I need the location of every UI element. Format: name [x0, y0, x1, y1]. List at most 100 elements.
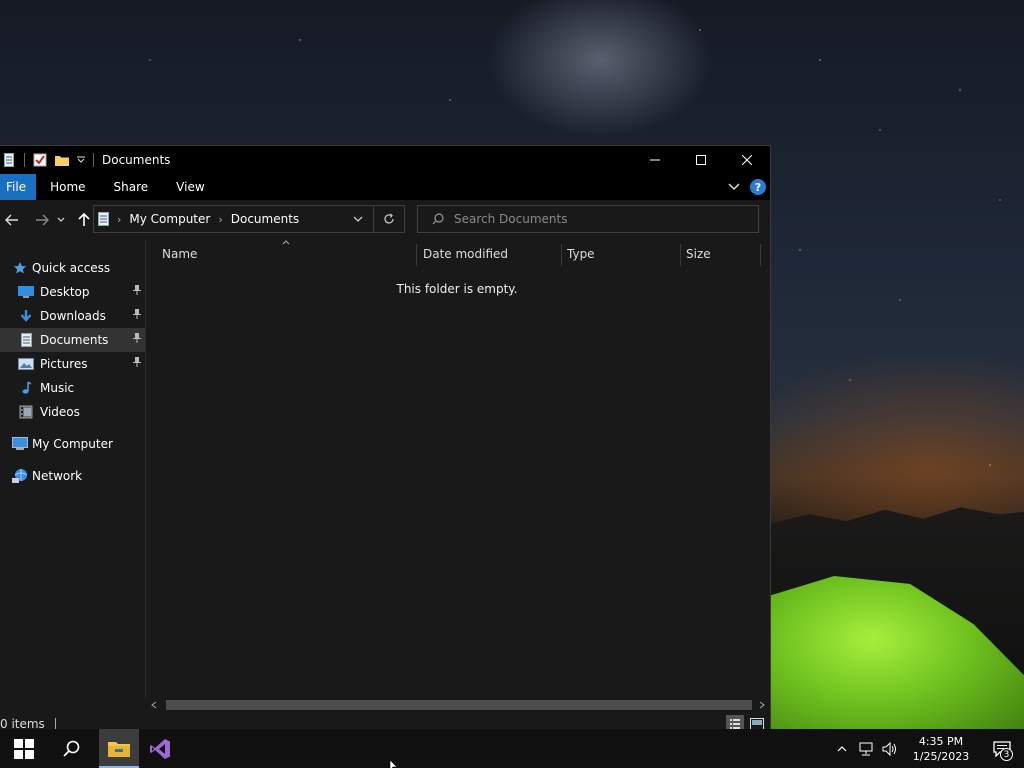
visual-studio-icon: [150, 738, 170, 759]
address-history-chevron-icon[interactable]: [343, 206, 373, 232]
sidebar-item-label: Desktop: [40, 285, 90, 299]
file-list-pane[interactable]: Name Date modified Type Size This folder…: [146, 240, 770, 700]
breadcrumb-documents[interactable]: Documents: [231, 212, 299, 226]
mouse-cursor-icon: [390, 760, 398, 768]
sidebar-item-my-computer[interactable]: My Computer: [0, 432, 145, 456]
navigation-bar: › My Computer › Documents: [0, 200, 770, 240]
document-app-icon: [0, 151, 18, 169]
clock[interactable]: 4:35 PM 1/25/2023: [908, 734, 974, 764]
toolbar-separator: [24, 153, 25, 167]
sidebar-item-label: Quick access: [32, 261, 111, 275]
start-icon: [14, 738, 34, 759]
sidebar-item-videos[interactable]: Videos: [0, 400, 145, 424]
computer-icon: [12, 436, 28, 452]
maximize-button[interactable]: [678, 146, 724, 174]
breadcrumb-chevron-icon[interactable]: ›: [117, 213, 121, 226]
ribbon-right-controls: ?: [728, 174, 766, 200]
file-explorer-window: Documents File Home Share View ? › My Co…: [0, 145, 771, 735]
start-button[interactable]: [4, 729, 44, 768]
window-title: Documents: [102, 153, 171, 167]
quick-access-toolbar: [0, 146, 100, 174]
sidebar-item-pictures[interactable]: Pictures: [0, 352, 145, 376]
window-controls: [632, 146, 770, 174]
network-status-icon[interactable]: [854, 729, 878, 768]
sidebar-item-quick-access[interactable]: Quick access: [0, 256, 145, 280]
help-button[interactable]: ?: [750, 179, 766, 195]
sidebar-item-network[interactable]: Network: [0, 464, 145, 488]
videos-icon: [18, 404, 34, 420]
forward-button[interactable]: [30, 206, 54, 234]
scroll-left-icon[interactable]: [146, 697, 162, 713]
navigation-pane: Quick access Desktop Downloads Documents…: [0, 256, 145, 696]
documents-icon: [18, 332, 34, 348]
column-headers: Name Date modified Type Size: [146, 240, 770, 268]
title-bar[interactable]: Documents: [0, 146, 770, 174]
search-icon: [432, 213, 444, 225]
tab-share[interactable]: Share: [100, 174, 163, 200]
tab-file[interactable]: File: [0, 174, 37, 200]
column-date-modified[interactable]: Date modified: [417, 240, 561, 268]
scroll-right-icon[interactable]: [754, 697, 770, 713]
refresh-icon[interactable]: [374, 206, 404, 232]
pictures-icon: [18, 356, 34, 372]
taskbar-visual-studio[interactable]: [140, 729, 180, 768]
show-hidden-icons-chevron-icon[interactable]: [830, 729, 854, 768]
toolbar-separator: [93, 153, 94, 167]
taskbar-file-explorer[interactable]: [99, 729, 139, 768]
column-type[interactable]: Type: [561, 240, 679, 268]
empty-folder-message: This folder is empty.: [396, 282, 518, 296]
horizontal-scrollbar[interactable]: [146, 697, 770, 713]
file-explorer-icon: [108, 741, 130, 757]
scrollbar-thumb[interactable]: [166, 700, 752, 710]
action-center-button[interactable]: 3: [980, 729, 1024, 768]
network-icon: [12, 468, 28, 484]
sidebar-item-label: Network: [32, 469, 83, 483]
address-bar-controls: [343, 206, 404, 232]
breadcrumb-my-computer[interactable]: My Computer: [129, 212, 210, 226]
pin-icon[interactable]: [133, 309, 141, 322]
taskbar-search-button[interactable]: [52, 729, 92, 768]
column-size[interactable]: Size: [680, 240, 760, 268]
column-name[interactable]: Name: [156, 240, 416, 268]
ribbon-tabs: File Home Share View ?: [0, 174, 770, 200]
sidebar-item-documents[interactable]: Documents: [0, 328, 145, 352]
clock-date: 1/25/2023: [912, 749, 970, 763]
address-bar[interactable]: › My Computer › Documents: [93, 205, 405, 233]
sidebar-item-label: Documents: [40, 333, 109, 347]
desktop-icon: [18, 284, 34, 300]
customize-toolbar-chevron-icon[interactable]: [75, 151, 87, 169]
expand-ribbon-chevron-icon[interactable]: [728, 180, 740, 194]
volume-icon[interactable]: [878, 729, 902, 768]
sidebar-item-desktop[interactable]: Desktop: [0, 280, 145, 304]
sidebar-item-label: Downloads: [40, 309, 106, 323]
system-tray: 4:35 PM 1/25/2023 3: [830, 729, 1024, 768]
downloads-icon: [18, 308, 34, 324]
sidebar-item-label: Pictures: [40, 357, 88, 371]
search-box[interactable]: [417, 205, 759, 233]
sidebar-item-label: Videos: [40, 405, 80, 419]
search-input[interactable]: [454, 212, 734, 226]
clock-time: 4:35 PM: [918, 734, 964, 748]
tab-view[interactable]: View: [162, 174, 218, 200]
close-button[interactable]: [724, 146, 770, 174]
pin-icon[interactable]: [133, 357, 141, 370]
music-icon: [18, 380, 34, 396]
pin-icon[interactable]: [133, 285, 141, 298]
tab-home[interactable]: Home: [36, 174, 99, 200]
column-separator[interactable]: [760, 244, 761, 266]
search-icon: [63, 740, 80, 757]
properties-icon[interactable]: [31, 151, 49, 169]
sidebar-item-label: Music: [40, 381, 75, 395]
minimize-button[interactable]: [632, 146, 678, 174]
new-folder-icon[interactable]: [53, 151, 71, 169]
sidebar-item-downloads[interactable]: Downloads: [0, 304, 145, 328]
notification-count-badge: 3: [1000, 748, 1013, 761]
back-button[interactable]: [0, 206, 24, 234]
documents-location-icon: [98, 212, 109, 226]
star-icon: [12, 260, 28, 276]
taskbar: 4:35 PM 1/25/2023 3: [0, 729, 1024, 768]
recent-locations-chevron-icon[interactable]: [54, 206, 68, 234]
sidebar-item-music[interactable]: Music: [0, 376, 145, 400]
pin-icon[interactable]: [133, 333, 141, 346]
breadcrumb-chevron-icon[interactable]: ›: [218, 213, 222, 226]
